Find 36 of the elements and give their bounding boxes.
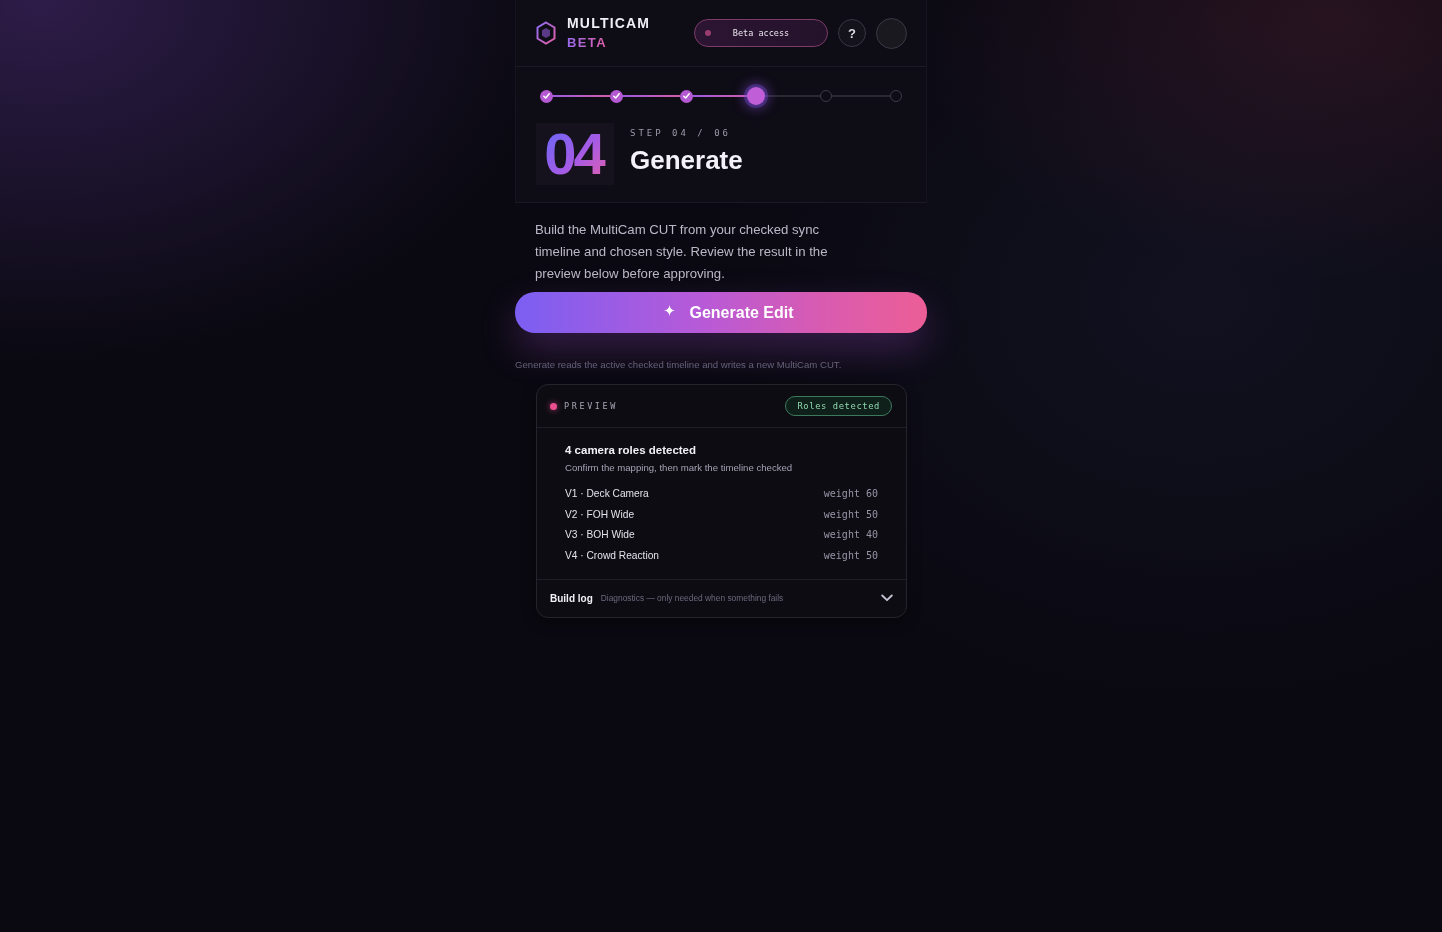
step-node[interactable]: [609, 89, 623, 103]
build-log-label: Build log: [550, 592, 593, 604]
preview-heading: 4 camera roles detected: [565, 443, 697, 458]
help-button[interactable]: ?: [838, 19, 866, 47]
helper-text: Generate reads the active checked timeline and writes a new MultiCam CUT.: [515, 359, 843, 371]
description-text: Build the MultiCam CUT from your checked sync timeline and chosen style. Review the result in the preview below before approving.: [535, 221, 829, 283]
step-node[interactable]: [890, 90, 902, 102]
status-dot-icon: [550, 402, 557, 410]
chevron-icon[interactable]: [881, 594, 893, 603]
status-badge: Roles detected: [785, 396, 892, 416]
step-counter: STEP 04 / 06: [630, 127, 732, 140]
preview-label: PREVIEW: [564, 401, 619, 411]
step-title: Generate: [630, 144, 743, 176]
check-icon: [542, 93, 550, 99]
step-node[interactable]: [820, 90, 832, 102]
generate-edit-button[interactable]: Generate Edit: [515, 292, 927, 333]
role-name: V2 · FOH Wide: [565, 508, 635, 520]
beta-access-button[interactable]: Beta access: [694, 19, 828, 47]
step-node[interactable]: [679, 89, 693, 103]
sparkle-icon: [664, 305, 676, 316]
hexagon-logo-icon: [535, 21, 557, 45]
role-weight: weight 40: [823, 529, 878, 541]
brand-name: MULTICAM: [567, 14, 651, 33]
role-weight: weight 50: [823, 508, 878, 520]
role-name: V3 · BOH Wide: [565, 529, 635, 541]
step-node[interactable]: [747, 87, 765, 105]
check-icon: [682, 93, 690, 99]
status-dot-icon: [705, 30, 711, 36]
role-name: V1 · Deck Camera: [565, 487, 649, 499]
check-icon: [612, 93, 620, 99]
role-weight: weight 60: [823, 487, 878, 499]
preview-subheading: Confirm the mapping, then mark the timeline checked: [565, 461, 793, 475]
role-weight: weight 50: [823, 549, 878, 561]
step-node[interactable]: [539, 89, 553, 103]
role-name: V4 · Crowd Reaction: [565, 549, 659, 561]
build-log-hint: Diagnostics — only needed when something fails: [600, 593, 784, 604]
